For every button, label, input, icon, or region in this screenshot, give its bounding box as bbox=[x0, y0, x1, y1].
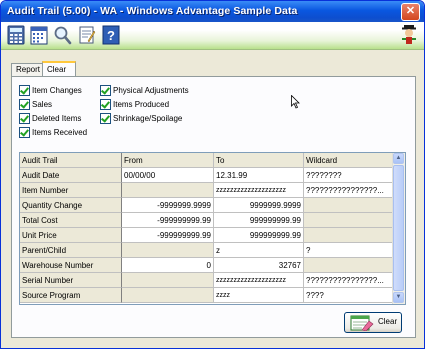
wildcard-cell bbox=[304, 198, 393, 213]
to-cell[interactable]: zzzzzzzzzzzzzzzzzzzz bbox=[214, 273, 304, 288]
clear-button-label: Clear bbox=[378, 317, 398, 326]
wildcard-cell[interactable]: ???????? bbox=[304, 168, 393, 183]
wildcard-cell bbox=[304, 213, 393, 228]
toolbar: ? bbox=[1, 22, 424, 50]
wildcard-cell[interactable]: ????????????????... bbox=[304, 183, 393, 198]
from-cell bbox=[122, 273, 214, 288]
grid-scrollbar[interactable]: ▲ ▼ bbox=[392, 153, 405, 304]
to-cell[interactable]: 9999999.9999 bbox=[214, 198, 304, 213]
table-row: Quantity Change -9999999.9999 9999999.99… bbox=[20, 198, 393, 213]
row-label: Total Cost bbox=[20, 213, 122, 228]
check-icon bbox=[19, 127, 30, 138]
to-cell[interactable]: 999999999.99 bbox=[214, 228, 304, 243]
from-cell[interactable]: 00/00/00 bbox=[122, 168, 214, 183]
row-label: Item Number bbox=[20, 183, 122, 198]
help-icon[interactable]: ? bbox=[102, 25, 120, 45]
table-row: Audit Date 00/00/00 12.31.99 ???????? bbox=[20, 168, 393, 183]
column-header-from: From bbox=[122, 153, 214, 168]
to-cell[interactable]: 32767 bbox=[214, 258, 304, 273]
table-row: Total Cost -999999999.99 999999999.99 bbox=[20, 213, 393, 228]
calendar-icon[interactable] bbox=[30, 25, 48, 45]
to-cell[interactable]: zzzzzzzzzzzzzzzzzzzz bbox=[214, 183, 304, 198]
check-icon bbox=[19, 113, 30, 124]
from-cell bbox=[122, 243, 214, 258]
from-cell[interactable]: -999999999.99 bbox=[122, 213, 214, 228]
from-cell bbox=[122, 288, 214, 303]
check-icon bbox=[100, 113, 111, 124]
table-row: Unit Price -999999999.99 999999999.99 bbox=[20, 228, 393, 243]
scroll-up-button[interactable]: ▲ bbox=[393, 153, 404, 164]
table-row: Warehouse Number 0 32767 bbox=[20, 258, 393, 273]
row-label: Quantity Change bbox=[20, 198, 122, 213]
magnifier-icon[interactable] bbox=[54, 25, 72, 45]
mouse-cursor-icon bbox=[291, 94, 301, 111]
table-row: Item Number zzzzzzzzzzzzzzzzzzzz ???????… bbox=[20, 183, 393, 198]
check-icon bbox=[19, 99, 30, 110]
to-cell[interactable]: 999999999.99 bbox=[214, 213, 304, 228]
column-header-to: To bbox=[214, 153, 304, 168]
table-row: Parent/Child z ? bbox=[20, 243, 393, 258]
check-icon bbox=[100, 85, 111, 96]
audit-trail-window: Audit Trail (5.00) - WA - Windows Advant… bbox=[0, 0, 425, 349]
grid-header-row: Audit Trail From To Wildcard bbox=[20, 153, 393, 168]
window-title: Audit Trail (5.00) - WA - Windows Advant… bbox=[7, 5, 298, 17]
close-button[interactable]: ✕ bbox=[401, 3, 420, 21]
to-cell[interactable]: 12.31.99 bbox=[214, 168, 304, 183]
to-cell[interactable]: zzzz bbox=[214, 288, 304, 303]
wildcard-cell[interactable]: ????????????????... bbox=[304, 273, 393, 288]
table-row: Source Program zzzz ???? bbox=[20, 288, 393, 303]
wildcard-cell[interactable]: ???? bbox=[304, 288, 393, 303]
help-glyph: ? bbox=[107, 28, 115, 43]
column-header-audit-trail: Audit Trail bbox=[20, 153, 122, 168]
from-cell[interactable]: 0 bbox=[122, 258, 214, 273]
wildcard-cell[interactable]: ? bbox=[304, 243, 393, 258]
clear-button[interactable]: Clear bbox=[344, 312, 402, 333]
title-bar[interactable]: Audit Trail (5.00) - WA - Windows Advant… bbox=[1, 1, 424, 22]
row-label: Serial Number bbox=[20, 273, 122, 288]
wildcard-cell bbox=[304, 258, 393, 273]
row-label: Unit Price bbox=[20, 228, 122, 243]
row-label: Parent/Child bbox=[20, 243, 122, 258]
row-label: Source Program bbox=[20, 288, 122, 303]
row-label: Warehouse Number bbox=[20, 258, 122, 273]
table-row: Serial Number zzzzzzzzzzzzzzzzzzzz ?????… bbox=[20, 273, 393, 288]
mascot-icon bbox=[399, 24, 419, 46]
from-cell bbox=[122, 183, 214, 198]
scroll-thumb[interactable] bbox=[393, 165, 404, 291]
from-cell[interactable]: -999999999.99 bbox=[122, 228, 214, 243]
eraser-icon bbox=[350, 315, 374, 333]
from-cell[interactable]: -9999999.9999 bbox=[122, 198, 214, 213]
wildcard-cell bbox=[304, 228, 393, 243]
notes-icon[interactable] bbox=[78, 25, 96, 45]
check-icon bbox=[100, 99, 111, 110]
column-header-wildcard: Wildcard bbox=[304, 153, 393, 168]
scroll-down-button[interactable]: ▼ bbox=[393, 292, 404, 303]
calculator-icon[interactable] bbox=[7, 25, 25, 45]
to-cell[interactable]: z bbox=[214, 243, 304, 258]
audit-trail-grid[interactable]: Audit Trail From To Wildcard Audit Date … bbox=[19, 152, 406, 305]
row-label: Audit Date bbox=[20, 168, 122, 183]
check-icon bbox=[19, 85, 30, 96]
